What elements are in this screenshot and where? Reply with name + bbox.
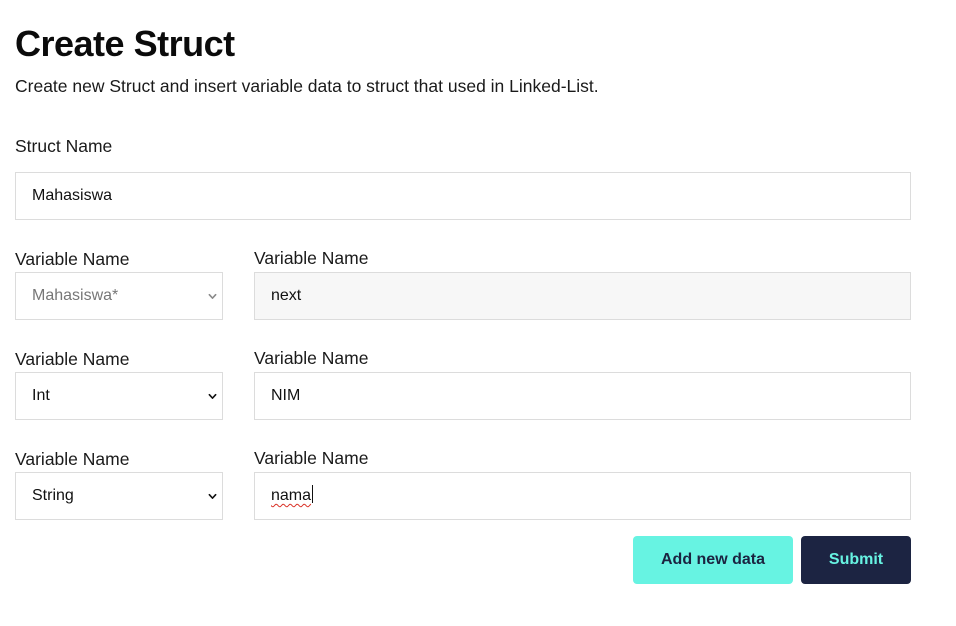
- variable-name-input[interactable]: NIM: [254, 372, 911, 420]
- variable-type-value: Int: [32, 387, 50, 404]
- variable-name-label: Variable Name: [254, 248, 369, 268]
- submit-button[interactable]: Submit: [801, 536, 911, 584]
- variable-name-label: Variable Name: [254, 448, 369, 468]
- text-cursor: [312, 485, 314, 503]
- variable-type-select: Mahasiswa*: [15, 272, 223, 320]
- variable-name-input[interactable]: nama: [254, 472, 911, 520]
- variable-type-select[interactable]: String: [15, 472, 223, 520]
- variable-type-label: Variable Name: [15, 349, 130, 369]
- variable-name-input: next: [254, 272, 911, 320]
- page-title: Create Struct: [15, 23, 235, 64]
- variable-type-label: Variable Name: [15, 449, 130, 469]
- variable-type-value: Mahasiswa*: [32, 287, 119, 304]
- struct-name-input[interactable]: Mahasiswa: [15, 172, 911, 220]
- variable-type-value: String: [32, 487, 74, 504]
- variable-name-label: Variable Name: [254, 348, 369, 368]
- add-new-data-button[interactable]: Add new data: [633, 536, 793, 584]
- chevron-down-icon: [208, 493, 217, 499]
- variable-type-select[interactable]: Int: [15, 372, 223, 420]
- variable-type-label: Variable Name: [15, 249, 130, 269]
- chevron-down-icon: [208, 393, 217, 399]
- variable-name-value: nama: [271, 487, 312, 504]
- page-description: Create new Struct and insert variable da…: [15, 76, 599, 96]
- struct-name-label: Struct Name: [15, 136, 113, 156]
- chevron-down-icon: [208, 293, 217, 299]
